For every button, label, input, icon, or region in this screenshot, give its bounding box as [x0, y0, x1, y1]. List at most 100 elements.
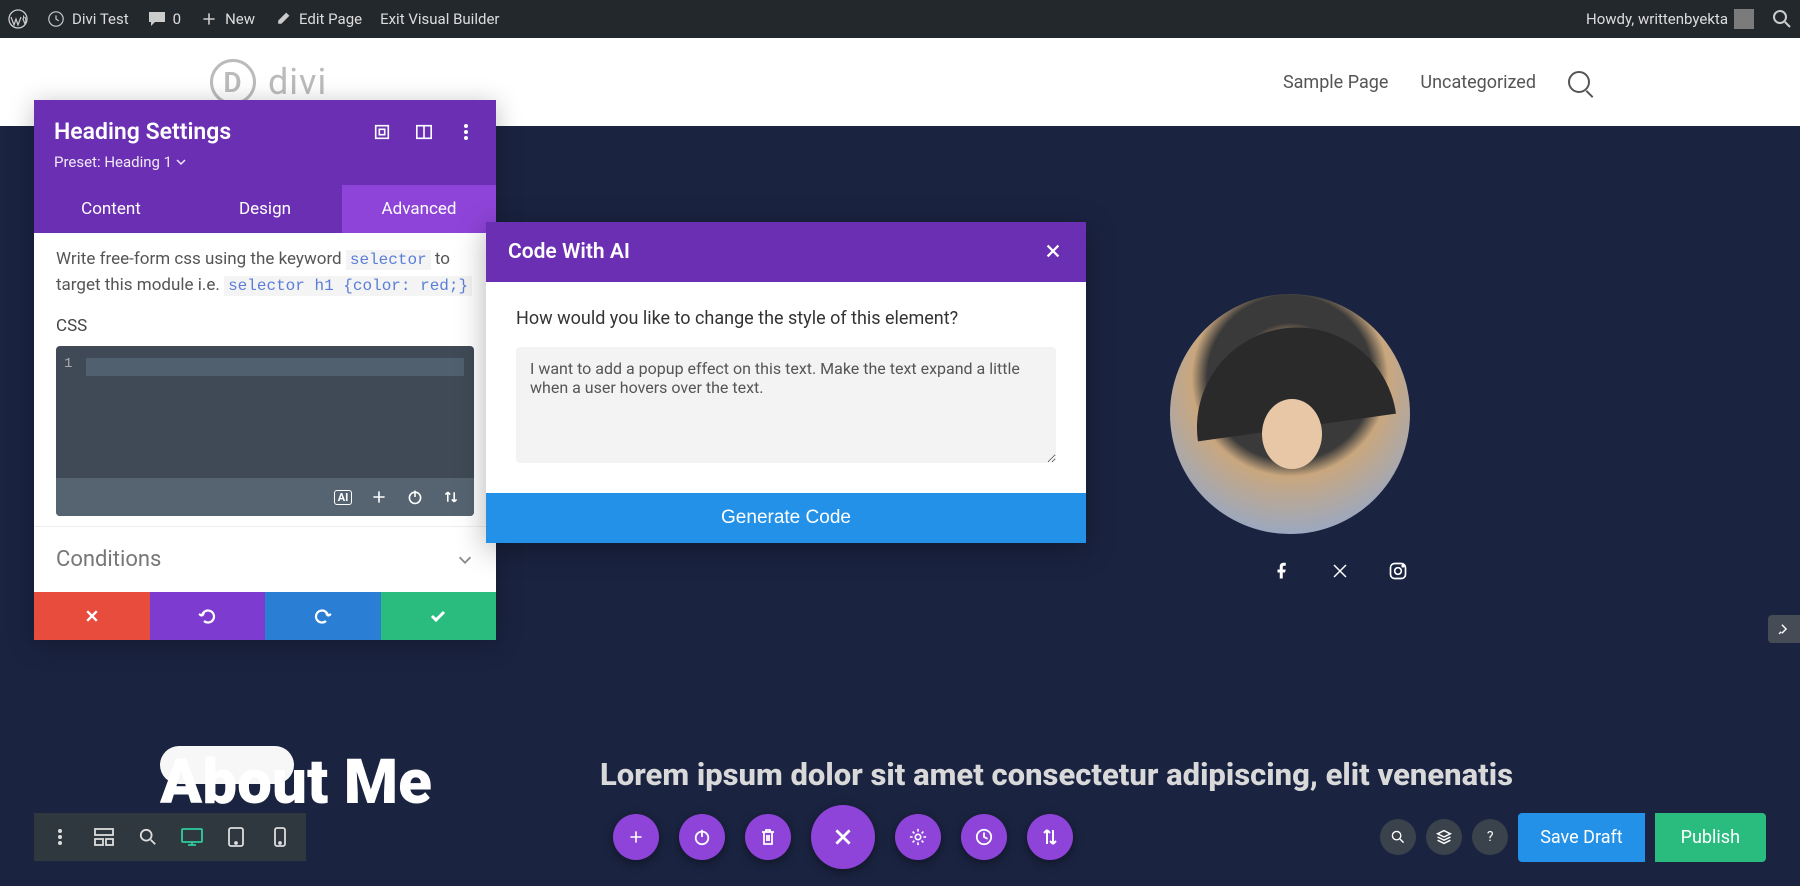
dashboard-icon	[46, 9, 66, 29]
confirm-button[interactable]	[381, 592, 497, 640]
layers-button[interactable]	[1426, 819, 1462, 855]
css-help-1: Write free-form css using the keyword	[56, 249, 342, 269]
hero-subheading: Lorem ipsum dolor sit amet consectetur a…	[600, 756, 1513, 793]
exit-vb-label: Exit Visual Builder	[380, 10, 499, 28]
panel-footer	[34, 592, 496, 640]
power-icon[interactable]	[404, 486, 426, 508]
history-button[interactable]	[961, 814, 1007, 860]
main-nav: Sample Page Uncategorized	[1283, 71, 1590, 93]
wordpress-icon	[8, 9, 28, 29]
settings-button[interactable]	[895, 814, 941, 860]
conditions-accordion[interactable]: Conditions	[34, 526, 496, 592]
social-icons	[1272, 561, 1408, 581]
editor-cursor-line	[86, 358, 464, 376]
builder-bottom-bar: ? Save Draft Publish	[34, 813, 1766, 861]
css-editor[interactable]: 1 AI	[56, 346, 474, 516]
css-keyword-1: selector	[346, 250, 431, 270]
tab-advanced[interactable]: Advanced	[342, 185, 496, 233]
save-draft-button[interactable]: Save Draft	[1518, 813, 1644, 862]
ai-modal-header[interactable]: Code With AI	[486, 222, 1086, 282]
kebab-icon[interactable]	[456, 122, 476, 142]
logo-letter: D	[223, 66, 242, 99]
panel-body: Write free-form css using the keyword se…	[34, 233, 496, 526]
exit-vb-link[interactable]: Exit Visual Builder	[380, 10, 499, 28]
cancel-button[interactable]	[34, 592, 150, 640]
conditions-label: Conditions	[56, 547, 161, 572]
ai-button[interactable]: AI	[332, 486, 354, 508]
wp-logo[interactable]	[8, 9, 28, 29]
css-field-label: CSS	[56, 316, 474, 336]
site-name-link[interactable]: Divi Test	[46, 9, 129, 29]
search-icon	[1772, 9, 1792, 29]
comments-link[interactable]: 0	[147, 9, 181, 29]
preset-label: Preset: Heading 1	[54, 153, 172, 171]
find-button[interactable]	[1380, 819, 1416, 855]
heading-settings-panel: Heading Settings Preset: Heading 1 Conte…	[34, 100, 496, 640]
edit-page-link[interactable]: Edit Page	[273, 9, 362, 29]
wp-admin-bar: Divi Test 0 New Edit Page Exit Visual Bu…	[0, 0, 1800, 38]
logo-circle-icon: D	[210, 59, 256, 105]
facebook-icon[interactable]	[1272, 561, 1292, 581]
panel-tabs: Content Design Advanced	[34, 185, 496, 233]
tab-design[interactable]: Design	[188, 185, 342, 233]
plus-icon	[199, 9, 219, 29]
redo-button[interactable]	[265, 592, 381, 640]
profile-link[interactable]: Howdy, writtenbyekta	[1586, 9, 1754, 29]
instagram-icon[interactable]	[1388, 561, 1408, 581]
help-button[interactable]: ?	[1472, 819, 1508, 855]
greeting-text: Howdy, writtenbyekta	[1586, 10, 1728, 28]
power-button[interactable]	[679, 814, 725, 860]
center-controls	[613, 805, 1073, 869]
about-me-heading[interactable]: About Me	[160, 746, 432, 819]
avatar-icon	[1734, 9, 1754, 29]
ai-prompt-input[interactable]	[516, 347, 1056, 463]
x-icon[interactable]	[1330, 561, 1350, 581]
comments-count: 0	[173, 10, 181, 28]
edit-page-label: Edit Page	[299, 10, 362, 28]
nav-sample-page[interactable]: Sample Page	[1283, 72, 1388, 93]
new-link[interactable]: New	[199, 9, 255, 29]
wireframe-icon[interactable]	[82, 813, 126, 861]
tab-content[interactable]: Content	[34, 185, 188, 233]
ai-question: How would you like to change the style o…	[516, 308, 1056, 329]
undo-button[interactable]	[150, 592, 266, 640]
generate-code-button[interactable]: Generate Code	[486, 493, 1086, 543]
view-controls	[34, 813, 306, 861]
zoom-icon[interactable]	[126, 813, 170, 861]
desktop-view-icon[interactable]	[170, 813, 214, 861]
right-controls: ? Save Draft Publish	[1380, 813, 1766, 862]
trash-button[interactable]	[745, 814, 791, 860]
panel-header[interactable]: Heading Settings Preset: Heading 1	[34, 100, 496, 185]
pencil-icon	[273, 9, 293, 29]
chevron-down-icon	[176, 157, 186, 167]
panel-title: Heading Settings	[54, 118, 231, 145]
swap-icon[interactable]	[440, 486, 462, 508]
tablet-view-icon[interactable]	[214, 813, 258, 861]
add-section-button[interactable]	[613, 814, 659, 860]
publish-button[interactable]: Publish	[1655, 813, 1766, 862]
close-builder-button[interactable]	[811, 805, 875, 869]
logo-text: divi	[268, 61, 327, 103]
line-number: 1	[64, 356, 72, 372]
nav-search-icon[interactable]	[1568, 71, 1590, 93]
menu-icon[interactable]	[38, 813, 82, 861]
expand-panel-toggle[interactable]	[1768, 615, 1800, 643]
css-keyword-2: selector h1 {color: red;}	[224, 276, 472, 296]
nav-uncategorized[interactable]: Uncategorized	[1420, 72, 1536, 93]
chevron-down-icon	[456, 551, 474, 569]
expand-icon[interactable]	[372, 122, 392, 142]
css-help-text: Write free-form css using the keyword se…	[56, 247, 474, 298]
hero-photo	[1170, 294, 1410, 534]
snap-icon[interactable]	[414, 122, 434, 142]
search-toggle[interactable]	[1772, 9, 1792, 29]
mobile-view-icon[interactable]	[258, 813, 302, 861]
sort-button[interactable]	[1027, 814, 1073, 860]
site-name-text: Divi Test	[72, 10, 129, 28]
ai-modal-title: Code With AI	[508, 240, 630, 264]
code-with-ai-modal: Code With AI How would you like to chang…	[486, 222, 1086, 543]
css-toolbar: AI	[56, 478, 474, 516]
preset-selector[interactable]: Preset: Heading 1	[54, 153, 476, 171]
add-button[interactable]	[368, 486, 390, 508]
close-icon[interactable]	[1044, 242, 1064, 262]
site-logo[interactable]: D divi	[210, 59, 327, 105]
